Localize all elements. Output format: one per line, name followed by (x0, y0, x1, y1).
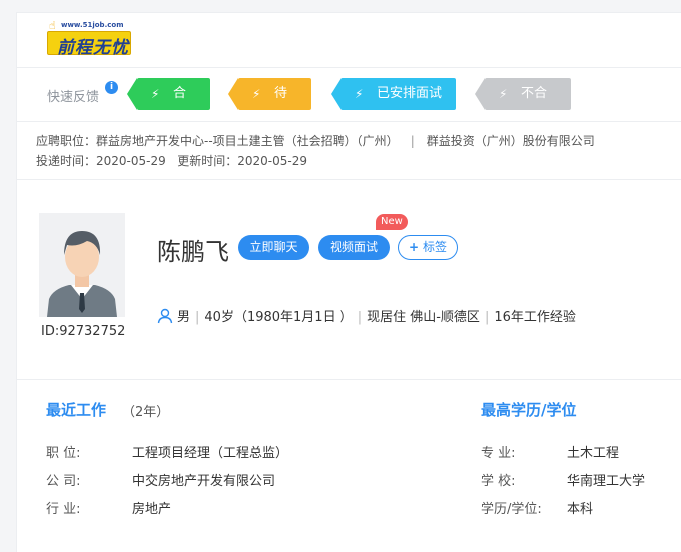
separator: | (484, 310, 490, 325)
feedback-button-label: 已安排面试 (377, 86, 443, 101)
candidate-name: 陈鹏飞 (157, 238, 229, 266)
feedback-button-label: 不合适 (521, 86, 548, 133)
logo-url: www.51job.com (61, 21, 124, 29)
video-interview-button[interactable]: 视频面试 (318, 235, 390, 260)
edu-degree-key: 学历/学位: (481, 502, 542, 517)
edu-degree-value: 本科 (567, 502, 594, 517)
avatar (39, 213, 125, 317)
resume-card: ☝ www.51job.com 前程无忧 快速反馈 i ⚡ 合适 ⚡ 待定 ⚡ … (16, 12, 681, 552)
feedback-interview-scheduled-button[interactable]: ⚡ 已安排面试 (331, 78, 456, 110)
divider (17, 179, 681, 180)
divider (17, 379, 681, 380)
lightning-icon: ⚡ (252, 87, 261, 101)
edu-major-value: 土木工程 (567, 446, 620, 461)
education-title: 最高学历/学位 (481, 401, 577, 419)
separator: | (357, 310, 363, 325)
edu-school-key: 学 校: (481, 474, 516, 489)
work-industry-value: 房地产 (132, 502, 172, 517)
work-experience: 16年工作经验 (494, 310, 576, 325)
chat-now-button[interactable]: 立即聊天 (238, 235, 309, 260)
info-icon[interactable]: i (105, 81, 118, 94)
position-label: 应聘职位： (36, 134, 97, 148)
work-position-key: 职 位: (46, 446, 81, 461)
applied-company: 群益投资（广州）股份有限公司 (426, 134, 595, 148)
separator: | (410, 134, 415, 148)
51job-logo[interactable]: ☝ www.51job.com 前程无忧 (47, 19, 131, 58)
new-badge: New (376, 214, 408, 230)
lightning-icon: ⚡ (499, 87, 508, 101)
plus-icon: + (409, 240, 420, 254)
candidate-id: ID:92732752 (41, 324, 126, 339)
candidate-basic-info: 男 | 40岁（1980年1月1日 ） | 现居住 佛山-顺德区 | 16年工作经验 (157, 306, 576, 325)
apply-date: 2020-05-29 (96, 154, 166, 168)
work-position-value: 工程项目经理（工程总监） (132, 446, 289, 461)
feedback-button-label: 合适 (173, 86, 187, 133)
residence: 现居住 佛山-顺德区 (367, 310, 480, 325)
apply-time-label: 投递时间： (36, 154, 97, 168)
recent-work-years: （2年） (122, 405, 170, 420)
age: 40岁（1980年1月1日 ） (204, 310, 353, 325)
lightning-icon: ⚡ (151, 87, 160, 101)
feedback-suitable-button[interactable]: ⚡ 合适 (127, 78, 210, 133)
edu-major-key: 专 业: (481, 446, 516, 461)
lightning-icon: ⚡ (355, 87, 364, 101)
quick-feedback-label: 快速反馈 (47, 90, 100, 105)
application-dates-line: 投递时间：2020-05-29 更新时间：2020-05-29 (36, 152, 307, 169)
add-tag-button[interactable]: + 标签 (398, 235, 458, 260)
edu-school-value: 华南理工大学 (567, 474, 646, 489)
tag-label: 标签 (422, 240, 447, 254)
divider (17, 67, 681, 68)
work-industry-key: 行 业: (46, 502, 81, 517)
feedback-unsuitable-button[interactable]: ⚡ 不合适 (475, 78, 571, 133)
user-icon (157, 308, 173, 324)
update-time-label: 更新时间： (177, 154, 238, 168)
application-position-line: 应聘职位：群益房地产开发中心--项目土建主管（社会招聘）（广州） | 群益投资（广州… (36, 132, 595, 149)
recent-work-title: 最近工作 (46, 401, 107, 419)
feedback-button-label: 待定 (274, 86, 288, 133)
divider (17, 121, 681, 122)
work-company-key: 公 司: (46, 474, 81, 489)
feedback-pending-button[interactable]: ⚡ 待定 (228, 78, 311, 133)
work-company-value: 中交房地产开发有限公司 (132, 474, 276, 489)
gender: 男 (177, 310, 191, 325)
separator: | (195, 310, 200, 325)
applied-position: 群益房地产开发中心--项目土建主管（社会招聘）（广州） (96, 134, 399, 148)
person-avatar-icon (39, 213, 125, 317)
logo-brand: 前程无忧 (57, 38, 129, 58)
update-date: 2020-05-29 (237, 154, 307, 168)
